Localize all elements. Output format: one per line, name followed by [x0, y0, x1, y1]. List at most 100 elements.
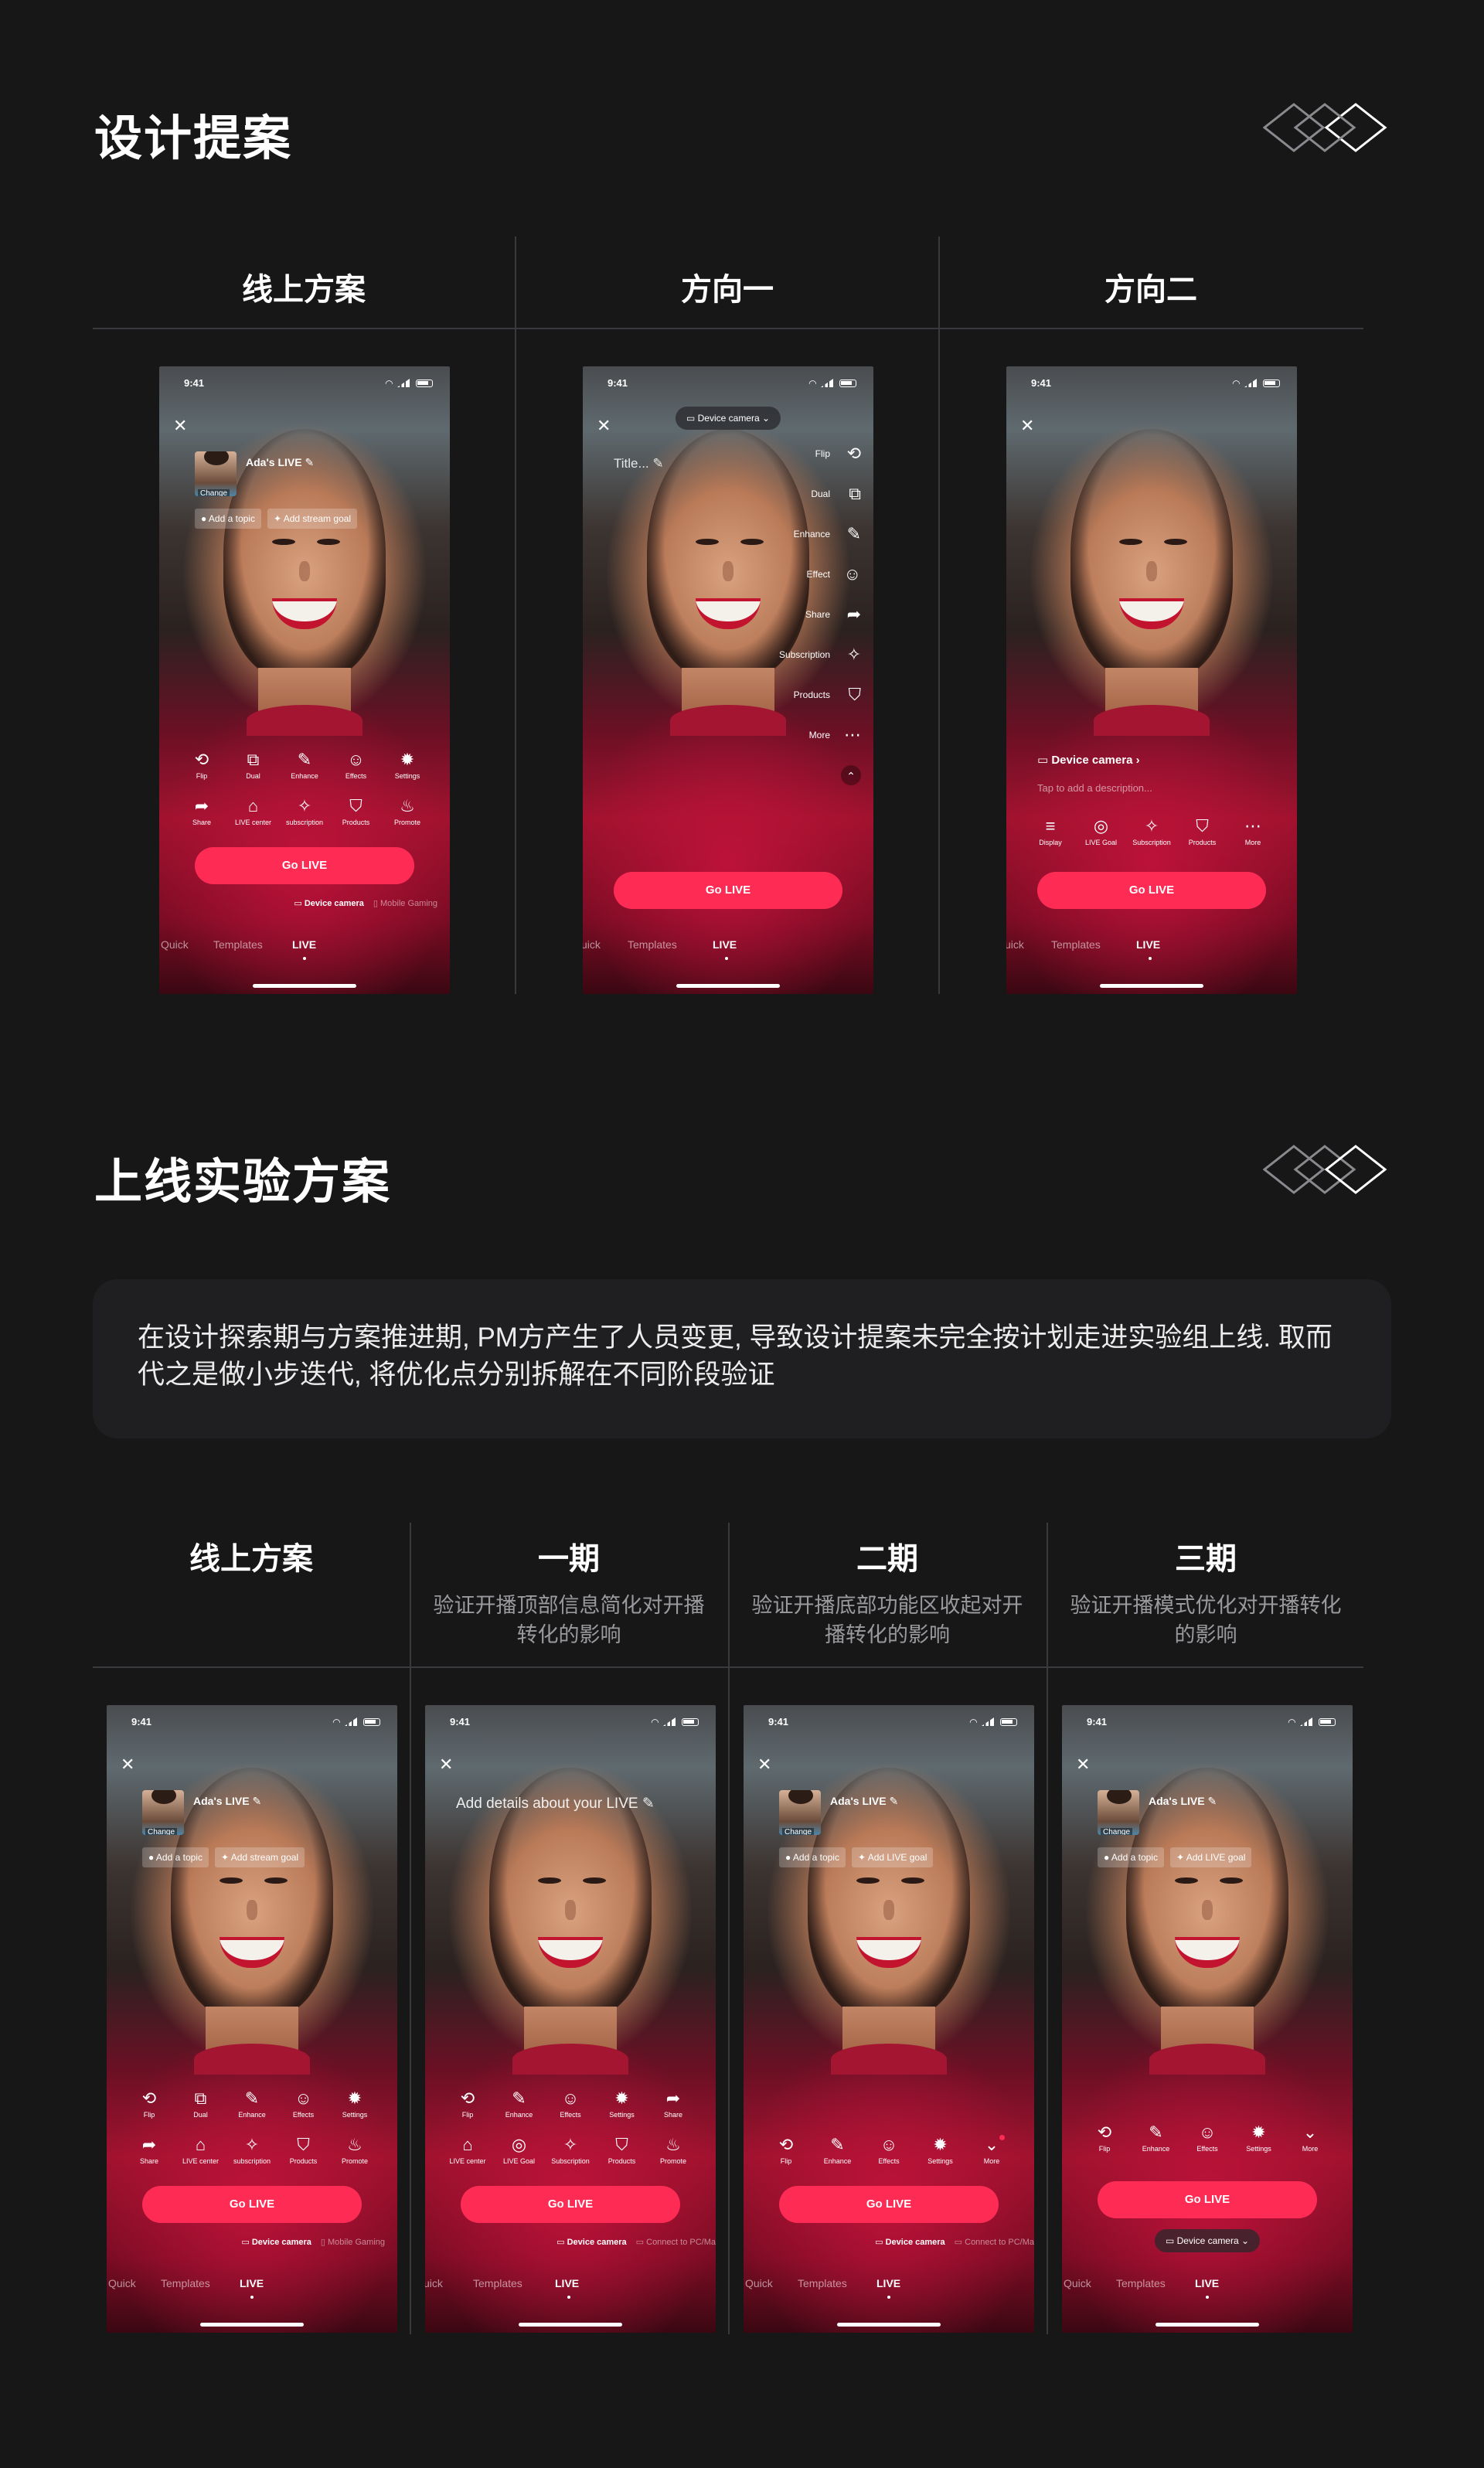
mobile-gaming-option[interactable]: ▯ Mobile Gaming	[373, 899, 437, 908]
tab-quick[interactable]: uick	[583, 938, 601, 951]
tab-live[interactable]: LIVE	[1136, 938, 1160, 951]
tab-templates[interactable]: Templates	[1116, 2277, 1166, 2289]
share-button[interactable]: ➦ Share	[128, 2135, 170, 2166]
tab-quick[interactable]: Quick	[745, 2277, 773, 2289]
tab-quick[interactable]: Quick	[1064, 2277, 1091, 2289]
add-topic-chip[interactable]: ● Add a topic	[1098, 1847, 1164, 1867]
device-camera-selector[interactable]: ▭ Device camera ›	[1037, 753, 1140, 767]
go-live-button[interactable]: Go LIVE	[779, 2186, 999, 2223]
settings-button[interactable]: ✹ Settings	[334, 2088, 376, 2119]
go-live-button[interactable]: Go LIVE	[1098, 2181, 1317, 2218]
subscription-button[interactable]: Subscription ✧	[756, 642, 864, 682]
avatar[interactable]: Change	[195, 451, 237, 496]
live-center-button[interactable]: ⌂ LIVE center	[233, 796, 274, 827]
subscription-button[interactable]: ✧ subscription	[284, 796, 325, 827]
close-icon[interactable]: ✕	[1076, 1756, 1090, 1773]
title-input[interactable]: Title... ✎	[614, 456, 664, 471]
tab-templates[interactable]: Templates	[213, 938, 263, 951]
tab-templates[interactable]: Templates	[628, 938, 677, 951]
tab-templates[interactable]: Templates	[161, 2277, 210, 2289]
device-camera-dropdown[interactable]: ▭ Device camera ⌄	[1154, 2229, 1261, 2252]
flip-button[interactable]: ⟲ Flip	[128, 2088, 170, 2119]
device-camera-option[interactable]: ▭ Device camera	[556, 2238, 627, 2247]
tab-live[interactable]: LIVE	[292, 938, 316, 951]
share-button[interactable]: ➦ Share	[181, 796, 223, 827]
device-camera-option[interactable]: ▭ Device camera	[875, 2238, 945, 2247]
flip-button[interactable]: ⟲ Flip	[1084, 2122, 1125, 2153]
avatar[interactable]: Change	[142, 1790, 184, 1835]
live-name[interactable]: Ada's LIVE ✎	[830, 1795, 898, 1808]
effects-button[interactable]: ☺ Effects	[1186, 2122, 1228, 2153]
products-button[interactable]: ⛉ Products	[1182, 816, 1224, 847]
live-center-button[interactable]: ⌂ LIVE center	[180, 2135, 222, 2166]
settings-button[interactable]: ✹ Settings	[601, 2088, 643, 2119]
effects-button[interactable]: ☺ Effects	[335, 750, 377, 781]
enhance-button[interactable]: ✎ Enhance	[499, 2088, 540, 2119]
tab-quick[interactable]: uick	[1006, 938, 1024, 951]
add-goal-chip[interactable]: ✦ Add LIVE goal	[851, 1847, 934, 1867]
effects-button[interactable]: ☺ Effects	[550, 2088, 591, 2119]
products-button[interactable]: ⛉ Products	[335, 796, 377, 827]
tab-templates[interactable]: Templates	[473, 2277, 522, 2289]
description-input[interactable]: Tap to add a description...	[1037, 782, 1152, 794]
settings-button[interactable]: ✹ Settings	[386, 750, 428, 781]
close-icon[interactable]: ✕	[121, 1756, 134, 1773]
add-goal-chip[interactable]: ✦ Add stream goal	[267, 509, 358, 529]
display-button[interactable]: ≡ Display	[1030, 816, 1071, 847]
share-button[interactable]: ➦ Share	[652, 2088, 694, 2119]
add-goal-chip[interactable]: ✦ Add stream goal	[214, 1847, 305, 1867]
tab-live[interactable]: LIVE	[1195, 2277, 1219, 2289]
close-icon[interactable]: ✕	[439, 1756, 453, 1773]
promote-button[interactable]: ♨ Promote	[334, 2135, 376, 2166]
live-name[interactable]: Ada's LIVE ✎	[246, 456, 314, 469]
go-live-button[interactable]: Go LIVE	[1037, 872, 1266, 909]
add-topic-chip[interactable]: ● Add a topic	[142, 1847, 209, 1867]
subscription-button[interactable]: ✧ subscription	[231, 2135, 273, 2166]
live-goal-button[interactable]: ◎ LIVE Goal	[1081, 816, 1122, 847]
dual-button[interactable]: Dual ⧉	[756, 481, 864, 521]
go-live-button[interactable]: Go LIVE	[195, 847, 414, 884]
flip-button[interactable]: Flip ⟲	[756, 441, 864, 481]
change-avatar[interactable]: Change	[145, 1828, 178, 1835]
close-icon[interactable]: ✕	[1020, 417, 1034, 434]
promote-button[interactable]: ♨ Promote	[652, 2135, 694, 2166]
promote-button[interactable]: ♨ Promote	[386, 796, 428, 827]
products-button[interactable]: ⛉ Products	[601, 2135, 643, 2166]
flip-button[interactable]: ⟲ Flip	[447, 2088, 488, 2119]
go-live-button[interactable]: Go LIVE	[614, 872, 842, 909]
change-avatar[interactable]: Change	[782, 1828, 815, 1835]
effect-button[interactable]: Effect ☺	[756, 561, 864, 601]
flip-button[interactable]: ⟲ Flip	[181, 750, 223, 781]
tab-templates[interactable]: Templates	[1051, 938, 1101, 951]
tab-live[interactable]: LIVE	[713, 938, 737, 951]
enhance-button[interactable]: ✎ Enhance	[817, 2135, 859, 2166]
add-goal-chip[interactable]: ✦ Add LIVE goal	[1169, 1847, 1252, 1867]
avatar[interactable]: Change	[1098, 1790, 1139, 1835]
settings-button[interactable]: ✹ Settings	[920, 2135, 962, 2166]
tab-quick[interactable]: Quick	[108, 2277, 136, 2289]
subscription-button[interactable]: ✧ Subscription	[550, 2135, 591, 2166]
flip-button[interactable]: ⟲ Flip	[765, 2135, 807, 2166]
more-button[interactable]: ⋯ More	[1232, 816, 1274, 847]
dual-button[interactable]: ⧉ Dual	[180, 2088, 222, 2119]
enhance-button[interactable]: ✎ Enhance	[1135, 2122, 1177, 2153]
enhance-button[interactable]: ✎ Enhance	[231, 2088, 273, 2119]
subscription-button[interactable]: ✧ Subscription	[1131, 816, 1173, 847]
live-center-button[interactable]: ⌂ LIVE center	[447, 2135, 488, 2166]
device-camera-option[interactable]: ▭ Device camera	[294, 899, 364, 908]
avatar[interactable]: Change	[779, 1790, 821, 1835]
more-button[interactable]: ⌄ More	[971, 2135, 1013, 2166]
tab-templates[interactable]: Templates	[798, 2277, 847, 2289]
close-icon[interactable]: ✕	[757, 1756, 771, 1773]
more-button[interactable]: ⌄ More	[1289, 2122, 1331, 2153]
tab-live[interactable]: LIVE	[240, 2277, 264, 2289]
device-camera-dropdown[interactable]: ▭ Device camera ⌄	[675, 407, 781, 430]
more-button[interactable]: More ⋯	[756, 722, 864, 762]
device-camera-option[interactable]: ▭ Device camera	[241, 2238, 311, 2247]
tab-live[interactable]: LIVE	[876, 2277, 900, 2289]
go-live-button[interactable]: Go LIVE	[461, 2186, 680, 2223]
enhance-button[interactable]: Enhance ✎	[756, 521, 864, 561]
tab-live[interactable]: LIVE	[555, 2277, 579, 2289]
change-avatar[interactable]: Change	[198, 489, 230, 496]
mobile-gaming-option[interactable]: ▯ Mobile Gaming	[321, 2238, 385, 2247]
